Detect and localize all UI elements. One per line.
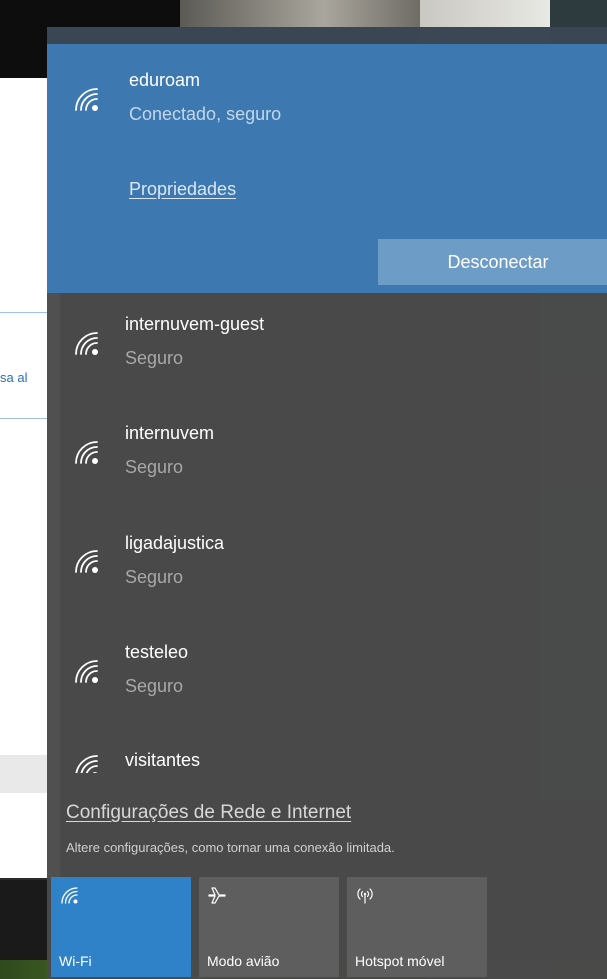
properties-link[interactable]: Propriedades	[129, 179, 236, 200]
airplane-mode-tile[interactable]: Modo avião	[199, 877, 339, 977]
wifi-icon	[71, 84, 101, 114]
hotspot-icon	[355, 885, 375, 905]
connected-network-name: eduroam	[129, 70, 201, 90]
wifi-icon	[71, 437, 101, 467]
wifi-icon	[71, 328, 101, 358]
wifi-icon	[59, 885, 79, 905]
disconnect-button[interactable]: Desconectar	[378, 239, 607, 285]
wifi-icon	[71, 656, 101, 686]
network-status: Seguro	[125, 676, 184, 696]
network-name: internuvem	[125, 423, 215, 443]
connected-network-status: Conectado, seguro	[129, 104, 282, 124]
network-name: internuvem-guest	[125, 314, 265, 334]
network-status: Seguro	[125, 567, 184, 587]
mobile-hotspot-tile[interactable]: Hotspot móvel	[347, 877, 487, 977]
network-settings-link[interactable]: Configurações de Rede e Internet	[66, 802, 351, 824]
network-status: Seguro	[125, 457, 184, 477]
quick-actions: Wi-Fi Modo avião Hotspot móvel	[51, 877, 601, 977]
network-name: testeleo	[125, 642, 189, 662]
hotspot-tile-label: Hotspot móvel	[355, 953, 445, 969]
background-partial-text: sa al	[0, 370, 28, 385]
network-flyout: eduroam Conectado, seguro Propriedades D…	[47, 27, 607, 979]
network-name: visitantes	[125, 750, 201, 770]
wifi-icon	[71, 751, 101, 773]
network-status: Seguro	[125, 348, 184, 368]
wifi-icon	[71, 546, 101, 576]
network-name: ligadajustica	[125, 533, 225, 553]
airplane-icon	[207, 885, 227, 905]
airplane-tile-label: Modo avião	[207, 953, 280, 969]
network-settings-description: Altere configurações, como tornar uma co…	[66, 840, 395, 855]
wifi-toggle-tile[interactable]: Wi-Fi	[51, 877, 191, 977]
connected-network-item[interactable]: eduroam Conectado, seguro Propriedades D…	[47, 44, 607, 293]
wifi-tile-label: Wi-Fi	[59, 953, 92, 969]
